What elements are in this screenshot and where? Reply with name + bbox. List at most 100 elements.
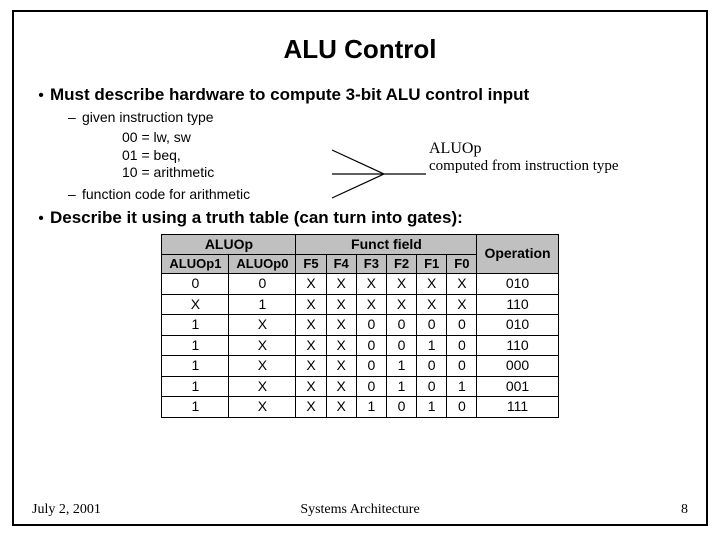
table-cell: 1 — [447, 376, 477, 397]
table-cell: X — [326, 397, 356, 418]
truth-table-body: 00XXXXXX010X1XXXXXX1101XXX00000101XXX001… — [162, 274, 558, 418]
bullet-1: • Must describe hardware to compute 3-bi… — [32, 85, 688, 105]
table-cell: X — [356, 274, 386, 295]
table-row: 1XXX0000010 — [162, 315, 558, 336]
bullet-2-text: Describe it using a truth table (can tur… — [50, 208, 463, 228]
aluop-note: ALUOp computed from instruction type — [429, 140, 619, 175]
table-cell: X — [386, 274, 416, 295]
table-cell: 0 — [447, 356, 477, 377]
table-cell: 1 — [162, 315, 229, 336]
table-cell: 1 — [162, 335, 229, 356]
table-cell: X — [296, 376, 326, 397]
table-row: 00XXXXXX010 — [162, 274, 558, 295]
sub-1: –given instruction type — [68, 109, 688, 125]
table-cell: 0 — [447, 397, 477, 418]
bullet-2: • Describe it using a truth table (can t… — [32, 208, 688, 228]
bullet-icon: • — [32, 87, 50, 105]
table-row: 1XXX0010110 — [162, 335, 558, 356]
table-cell: 110 — [477, 335, 558, 356]
table-cell: 1 — [229, 294, 296, 315]
table-cell: 110 — [477, 294, 558, 315]
slide-footer: July 2, 2001 Systems Architecture 8 — [32, 502, 688, 518]
table-cell: 1 — [386, 376, 416, 397]
sub-2: –function code for arithmetic — [68, 186, 688, 202]
table-cell: X — [296, 294, 326, 315]
table-cell: 0 — [356, 356, 386, 377]
th-f5: F5 — [296, 255, 326, 274]
th-f1: F1 — [417, 255, 447, 274]
table-cell: 0 — [356, 376, 386, 397]
table-cell: 1 — [417, 335, 447, 356]
table-cell: 001 — [477, 376, 558, 397]
table-cell: 0 — [162, 274, 229, 295]
table-cell: X — [229, 376, 296, 397]
truth-table-wrap: ALUOp Funct field Operation ALUOp1 ALUOp… — [32, 234, 688, 418]
table-cell: X — [447, 294, 477, 315]
table-cell: X — [229, 356, 296, 377]
truth-table-head: ALUOp Funct field Operation ALUOp1 ALUOp… — [162, 234, 558, 274]
th-aluop: ALUOp — [162, 234, 296, 255]
sub-list-1: –given instruction type — [68, 109, 688, 125]
note-line-1: ALUOp — [429, 140, 619, 158]
table-row: 1XXX0101001 — [162, 376, 558, 397]
table-cell: X — [296, 274, 326, 295]
table-cell: 0 — [447, 335, 477, 356]
table-row: 1XXX0100000 — [162, 356, 558, 377]
table-cell: X — [296, 315, 326, 336]
table-cell: 000 — [477, 356, 558, 377]
table-cell: 0 — [386, 335, 416, 356]
th-aluop0: ALUOp0 — [229, 255, 296, 274]
table-cell: X — [296, 397, 326, 418]
table-row: 1XXX1010111 — [162, 397, 558, 418]
table-cell: X — [326, 294, 356, 315]
table-row: X1XXXXXX110 — [162, 294, 558, 315]
table-cell: X — [162, 294, 229, 315]
table-cell: 0 — [417, 376, 447, 397]
note-line-2: computed from instruction type — [429, 158, 619, 175]
sub-list-2: –function code for arithmetic — [68, 186, 688, 202]
slide-title: ALU Control — [32, 34, 688, 65]
table-cell: 1 — [162, 356, 229, 377]
table-cell: 0 — [417, 356, 447, 377]
table-cell: 0 — [386, 397, 416, 418]
table-cell: X — [296, 335, 326, 356]
table-cell: X — [447, 274, 477, 295]
bullet-icon: • — [32, 210, 50, 228]
table-cell: 0 — [229, 274, 296, 295]
table-cell: X — [229, 397, 296, 418]
table-cell: 010 — [477, 274, 558, 295]
table-cell: X — [229, 335, 296, 356]
slide-frame: ALU Control • Must describe hardware to … — [12, 10, 708, 526]
table-cell: X — [326, 315, 356, 336]
table-cell: X — [417, 274, 447, 295]
table-cell: 0 — [386, 315, 416, 336]
table-cell: 1 — [162, 376, 229, 397]
th-operation: Operation — [477, 234, 558, 274]
header-row-1: ALUOp Funct field Operation — [162, 234, 558, 255]
table-cell: 1 — [417, 397, 447, 418]
table-cell: 0 — [356, 315, 386, 336]
table-cell: 1 — [162, 397, 229, 418]
th-f3: F3 — [356, 255, 386, 274]
th-aluop1: ALUOp1 — [162, 255, 229, 274]
table-cell: 1 — [356, 397, 386, 418]
table-cell: X — [326, 335, 356, 356]
footer-center: Systems Architecture — [32, 502, 688, 518]
truth-table: ALUOp Funct field Operation ALUOp1 ALUOp… — [161, 234, 558, 418]
table-cell: X — [356, 294, 386, 315]
table-cell: 0 — [417, 315, 447, 336]
table-cell: X — [417, 294, 447, 315]
table-cell: 0 — [447, 315, 477, 336]
th-f2: F2 — [386, 255, 416, 274]
sub-1-text: given instruction type — [82, 109, 214, 125]
th-f4: F4 — [326, 255, 356, 274]
table-cell: X — [296, 356, 326, 377]
table-cell: 010 — [477, 315, 558, 336]
table-cell: 1 — [386, 356, 416, 377]
th-f0: F0 — [447, 255, 477, 274]
table-cell: X — [229, 315, 296, 336]
table-cell: X — [326, 376, 356, 397]
table-cell: X — [326, 274, 356, 295]
sub-2-text: function code for arithmetic — [82, 186, 250, 202]
table-cell: 0 — [356, 335, 386, 356]
